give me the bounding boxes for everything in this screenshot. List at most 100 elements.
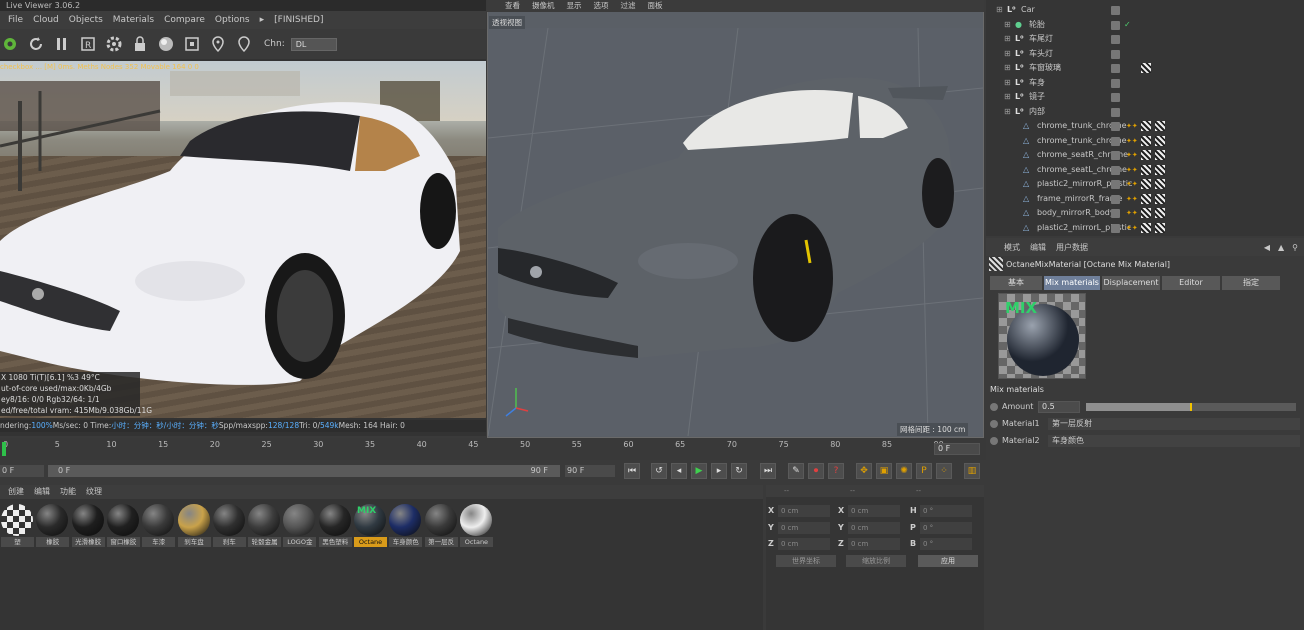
menu-materials[interactable]: Materials [113,15,154,25]
object-row[interactable]: ⊞ L⁰ 车尾灯 [986,32,1304,47]
octane-tag-icon[interactable]: ✦✦ [1126,122,1138,130]
expand-icon[interactable]: ⊞ [996,3,1003,17]
up-arrow-icon[interactable]: ▲ [1278,243,1284,252]
tab-displacement[interactable]: Displacement [1102,276,1160,290]
material-swatch[interactable]: 塑 [1,504,34,548]
expand-icon[interactable]: ⊞ [1004,76,1011,90]
material-swatch[interactable]: MIX Octane [354,504,387,548]
octane-tag-icon[interactable]: ✦✦ [1126,224,1138,232]
object-row[interactable]: ⊞ L⁰ 镜子 [986,90,1304,105]
pla-key-icon[interactable]: ⁘ [936,463,952,479]
vp-menu-view[interactable]: 查看 [505,0,520,12]
coord-field[interactable]: 0 cm [778,521,830,534]
frame-range-slider[interactable]: 0 F 90 F [48,465,560,477]
object-row[interactable]: △ body_mirrorR_body ✦✦ [986,206,1304,221]
move-key-icon[interactable]: ✥ [856,463,872,479]
mm-menu-create[interactable]: 创建 [8,485,24,499]
coord-field[interactable]: 0 ° [920,505,972,517]
material-tag-icon[interactable] [1155,121,1165,131]
material-swatch[interactable]: 光滑橡胶 [71,504,105,548]
octane-tag-icon[interactable]: ✦✦ [1126,209,1138,217]
coord-field[interactable]: 0 ° [920,538,972,550]
octane-tag-icon[interactable]: ✦✦ [1126,180,1138,188]
visibility-toggle[interactable] [1111,194,1120,204]
material-tag-icon[interactable] [1155,135,1165,146]
material-tag-icon[interactable] [1141,193,1151,204]
material-tag-icon[interactable] [1155,164,1165,175]
visibility-toggle[interactable] [1111,151,1120,160]
tab-basic[interactable]: 基本 [990,276,1042,290]
visibility-toggle[interactable] [1111,136,1120,146]
menu-file[interactable]: File [8,15,23,25]
material-swatch[interactable]: Octane [459,504,493,548]
vp-menu-camera[interactable]: 摄像机 [532,0,555,12]
material-swatch[interactable]: LOGO金 [283,504,317,548]
material-swatch[interactable]: 车身颜色 [389,504,423,548]
expand-icon[interactable]: ⊞ [1004,61,1011,75]
tab-assign[interactable]: 指定 [1222,276,1280,290]
expand-icon[interactable]: ⊞ [1004,90,1011,104]
material-tag-icon[interactable] [1141,222,1151,233]
vp-menu-panel[interactable]: 面板 [648,0,663,12]
scale-key-icon[interactable]: ▣ [876,463,892,479]
timeline-window-icon[interactable]: ▥ [964,463,980,479]
pick-material-icon[interactable] [234,34,254,54]
visibility-toggle[interactable] [1111,64,1120,73]
pick-focus-icon[interactable] [208,34,228,54]
lock-icon[interactable] [130,34,150,54]
object-row[interactable]: △ frame_mirrorR_frame ✦✦ [986,192,1304,207]
mm-menu-texture[interactable]: 纹理 [86,485,102,499]
visibility-toggle[interactable] [1111,165,1120,175]
vp-menu-filter[interactable]: 过滤 [621,0,636,12]
pause-icon[interactable] [52,34,72,54]
end-frame-field[interactable]: 90 F [565,465,615,477]
expand-icon[interactable]: ⊞ [1004,32,1011,46]
amount-slider[interactable] [1086,403,1296,411]
next-frame-icon[interactable]: ▸ [711,463,727,479]
vp-menu-display[interactable]: 显示 [567,0,582,12]
object-row[interactable]: ⊞ L⁰ 车窗玻璃 [986,61,1304,76]
material-swatch[interactable]: 刹车盘 [177,504,211,548]
mm-menu-edit[interactable]: 编辑 [34,485,50,499]
object-row[interactable]: ⊞ L⁰ Car [986,3,1304,18]
material-tag-icon[interactable] [1141,179,1151,189]
start-frame-field[interactable]: 0 F [0,465,44,477]
object-row[interactable]: ⊞ L⁰ 车身 [986,76,1304,91]
visibility-toggle[interactable] [1111,49,1120,59]
material-tag-icon[interactable] [1155,208,1165,218]
coord-field[interactable]: 0 cm [778,538,830,550]
object-row[interactable]: ⊞ ● 轮胎 ✓ [986,18,1304,33]
octane-tag-icon[interactable]: ✦✦ [1126,195,1138,203]
attr-edit-menu[interactable]: 编辑 [1030,242,1046,253]
amount-slider-handle[interactable] [1190,403,1192,411]
tab-mix-materials[interactable]: Mix materials [1044,276,1100,290]
rotate-key-icon[interactable]: ✺ [896,463,912,479]
visibility-toggle[interactable] [1111,78,1120,88]
material2-field[interactable]: 车身颜色 [1048,435,1300,447]
expand-icon[interactable]: ⊞ [1004,47,1011,61]
material-swatch[interactable]: 车漆 [142,504,176,548]
focus-frame-icon[interactable] [182,34,202,54]
visibility-toggle[interactable] [1111,209,1120,218]
material-ball-icon[interactable] [156,34,176,54]
visibility-toggle[interactable] [1111,6,1120,15]
material-tag-icon[interactable] [1155,150,1165,160]
material-tag-icon[interactable] [1141,164,1151,175]
material-tag-icon[interactable] [1155,222,1165,233]
param-key-icon[interactable]: P [916,463,932,479]
tab-editor[interactable]: Editor [1162,276,1220,290]
material-tag-icon[interactable] [1141,121,1151,131]
material-swatch[interactable]: 刹车 [212,504,246,548]
object-row[interactable]: ⊞ L⁰ 车头灯 [986,47,1304,62]
viewport-scene[interactable] [488,28,983,436]
attr-userdata-menu[interactable]: 用户数据 [1056,242,1088,253]
region-render-icon[interactable]: R [78,34,98,54]
coord-field[interactable]: 0 cm [848,521,900,534]
object-row[interactable]: △ plastic2_mirrorL_plastic ✦✦ [986,221,1304,236]
playhead[interactable] [2,442,6,456]
visibility-toggle[interactable] [1111,107,1120,117]
scale-mode-select[interactable]: 缩放比例 [846,555,906,567]
back-arrow-icon[interactable]: ◀ [1264,243,1270,252]
next-key-icon[interactable]: ↻ [731,463,747,479]
visibility-toggle[interactable] [1111,20,1120,30]
